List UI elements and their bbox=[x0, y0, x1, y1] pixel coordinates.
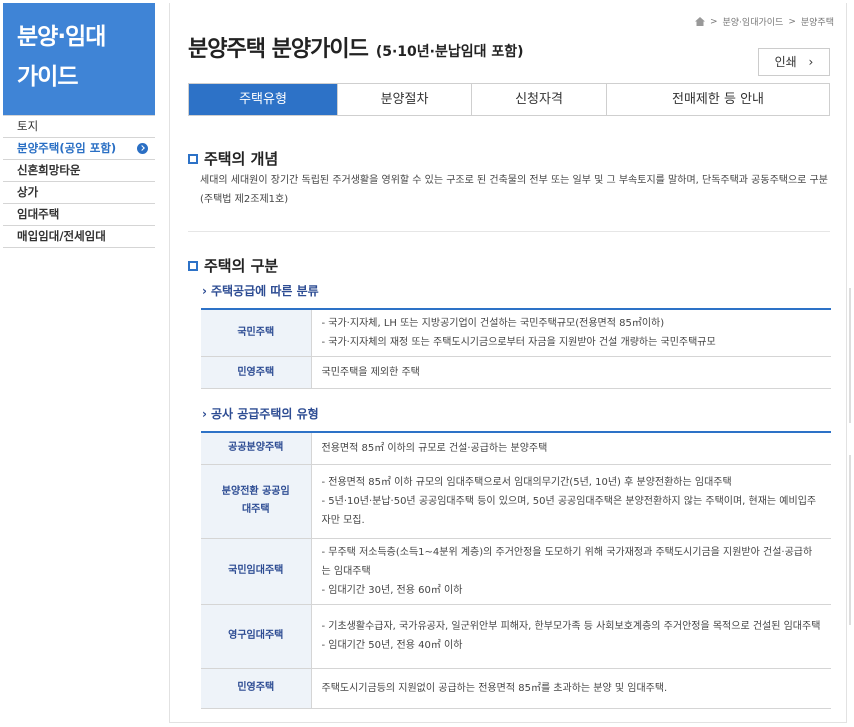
sidebar-menu: 토지 분양주택(공임 포함) 신혼희망타운 상가 임대주택 매입임대/전세임대 bbox=[3, 115, 155, 248]
breadcrumb-separator: > bbox=[788, 16, 796, 27]
row-detail: 주택도시기금등의 지원없이 공급하는 전용면적 85㎡를 초과하는 분양 및 임… bbox=[311, 668, 831, 709]
supply-subheading-text: 주택공급에 따른 분류 bbox=[210, 284, 319, 298]
sidebar-title-line2: 가이드 bbox=[17, 64, 78, 90]
section-divider bbox=[188, 231, 830, 232]
chevron-right-icon: › bbox=[202, 407, 207, 421]
row-detail: - 전용면적 85㎡ 이하 규모의 임대주택으로서 임대의무기간(5년, 10년… bbox=[311, 464, 831, 539]
classification-heading: 주택의 구분 bbox=[188, 255, 278, 276]
square-bullet-icon bbox=[188, 260, 198, 271]
page-subtitle: (5·10년·분납임대 포함) bbox=[375, 44, 524, 60]
row-detail: - 국가·지자체, LH 또는 지방공기업이 건설하는 국민주택규모(전용면적 … bbox=[311, 309, 831, 357]
page-title: 분양주택 분양가이드 (5·10년·분납임대 포함) bbox=[188, 31, 524, 63]
home-icon[interactable] bbox=[694, 17, 705, 26]
sidebar-item-label: 신혼희망타운 bbox=[17, 163, 81, 177]
row-type: 영구임대주택 bbox=[201, 604, 312, 669]
public-subheading: › 공사 공급주택의 유형 bbox=[202, 405, 319, 422]
scrollbar-track bbox=[849, 288, 851, 423]
sidebar-item-land[interactable]: 토지 bbox=[3, 116, 155, 138]
table-row: 국민주택 - 국가·지자체, LH 또는 지방공기업이 건설하는 국민주택규모(… bbox=[201, 309, 831, 357]
row-detail: 전용면적 85㎡ 이하의 규모로 건설·공급하는 분양주택 bbox=[311, 432, 831, 465]
sidebar-item-label: 분양주택(공임 포함) bbox=[17, 141, 117, 155]
row-type: 국민주택 bbox=[201, 309, 312, 357]
sidebar-title: 분양·임대 가이드 bbox=[3, 3, 155, 115]
supply-subheading: › 주택공급에 따른 분류 bbox=[202, 282, 319, 299]
table-row: 공공분양주택 전용면적 85㎡ 이하의 규모로 건설·공급하는 분양주택 bbox=[201, 432, 831, 465]
detail-line: - 국가·지자체의 재정 또는 주택도시기금으로부터 자금을 지원받아 건설 개… bbox=[321, 337, 716, 348]
scrollbar-track bbox=[849, 455, 851, 625]
tab-sale-procedure[interactable]: 분양절차 bbox=[337, 84, 471, 115]
main-content: > 분양·임대가이드 > 분양주택 분양주택 분양가이드 (5·10년·분납임대 … bbox=[169, 3, 847, 723]
public-subheading-text: 공사 공급주택의 유형 bbox=[210, 407, 319, 421]
sidebar: 분양·임대 가이드 토지 분양주택(공임 포함) 신혼희망타운 상가 임대주택 … bbox=[3, 3, 155, 248]
detail-line: 주택도시기금등의 지원없이 공급하는 전용면적 85㎡를 초과하는 분양 및 임… bbox=[321, 682, 668, 694]
sidebar-item-newlywed-town[interactable]: 신혼희망타운 bbox=[3, 160, 155, 182]
table-row: 민영주택 국민주택을 제외한 주택 bbox=[201, 356, 831, 389]
table-row: 국민임대주택 - 무주택 저소득층(소득1~4분위 계층)의 주거안정을 도모하… bbox=[201, 538, 831, 605]
detail-line: - 5년·10년·분납·50년 공공임대주택 등이 있으며, 50년 공공임대주… bbox=[321, 495, 817, 526]
table-row: 영구임대주택 - 기초생활수급자, 국가유공자, 일군위안부 피해자, 한부모가… bbox=[201, 604, 831, 669]
row-detail: - 무주택 저소득층(소득1~4분위 계층)의 주거안정을 도모하기 위해 국가… bbox=[311, 538, 831, 605]
detail-line: - 전용면적 85㎡ 이하 규모의 임대주택으로서 임대의무기간(5년, 10년… bbox=[321, 476, 732, 488]
detail-line: - 무주택 저소득층(소득1~4분위 계층)의 주거안정을 도모하기 위해 국가… bbox=[321, 546, 813, 577]
print-button[interactable]: 인쇄 › bbox=[758, 48, 830, 76]
concept-description: 세대의 세대원이 장기간 독립된 주거생활을 영위할 수 있는 구조로 된 건축… bbox=[200, 175, 828, 205]
tab-housing-type[interactable]: 주택유형 bbox=[189, 84, 337, 115]
table-row: 분양전환 공공임대주택 - 전용면적 85㎡ 이하 규모의 임대주택으로서 임대… bbox=[201, 464, 831, 539]
sidebar-item-purchase-rental[interactable]: 매입임대/전세임대 bbox=[3, 226, 155, 248]
tab-bar: 주택유형 분양절차 신청자격 전매제한 등 안내 bbox=[188, 83, 830, 116]
detail-line: - 국가·지자체, LH 또는 지방공기업이 건설하는 국민주택규모(전용면적 … bbox=[321, 318, 665, 329]
sidebar-item-shops[interactable]: 상가 bbox=[3, 182, 155, 204]
detail-line: 국민주택을 제외한 주택 bbox=[321, 367, 420, 378]
row-type: 민영주택 bbox=[201, 668, 312, 709]
supply-table: 국민주택 - 국가·지자체, LH 또는 지방공기업이 건설하는 국민주택규모(… bbox=[201, 308, 831, 389]
row-detail: - 기초생활수급자, 국가유공자, 일군위안부 피해자, 한부모가족 등 사회보… bbox=[311, 604, 831, 669]
row-detail: 국민주택을 제외한 주택 bbox=[311, 356, 831, 389]
chevron-right-icon: › bbox=[202, 284, 207, 298]
detail-line: - 임대기간 30년, 전용 60㎡ 이하 bbox=[321, 584, 463, 596]
public-housing-table: 공공분양주택 전용면적 85㎡ 이하의 규모로 건설·공급하는 분양주택 분양전… bbox=[201, 431, 831, 709]
breadcrumb-separator: > bbox=[709, 16, 718, 27]
sidebar-item-label: 매입임대/전세임대 bbox=[17, 229, 106, 243]
row-type: 공공분양주택 bbox=[201, 432, 312, 465]
concept-heading-text: 주택의 개념 bbox=[204, 150, 279, 168]
sidebar-item-label: 상가 bbox=[17, 185, 39, 199]
sidebar-item-sale-housing[interactable]: 분양주택(공임 포함) bbox=[3, 138, 155, 160]
sidebar-title-line1: 분양·임대 bbox=[17, 24, 106, 50]
sidebar-item-label: 토지 bbox=[17, 119, 39, 133]
concept-heading: 주택의 개념 bbox=[188, 148, 278, 169]
tab-resale-restriction[interactable]: 전매제한 등 안내 bbox=[606, 84, 829, 115]
breadcrumb-level1[interactable]: 분양·임대가이드 bbox=[723, 15, 784, 28]
classification-heading-text: 주택의 구분 bbox=[204, 257, 279, 275]
chevron-right-circle-icon bbox=[137, 143, 148, 154]
row-type-text: 분양전환 공공임대주택 bbox=[221, 486, 290, 515]
breadcrumb-level2[interactable]: 분양주택 bbox=[801, 15, 834, 28]
row-type: 분양전환 공공임대주택 bbox=[201, 464, 312, 539]
row-type: 국민임대주택 bbox=[201, 538, 312, 605]
detail-line: - 기초생활수급자, 국가유공자, 일군위안부 피해자, 한부모가족 등 사회보… bbox=[321, 621, 821, 632]
detail-line: - 임대기간 50년, 전용 40㎡ 이하 bbox=[321, 640, 463, 651]
detail-line: 전용면적 85㎡ 이하의 규모로 건설·공급하는 분양주택 bbox=[321, 442, 548, 454]
sidebar-item-rental-housing[interactable]: 임대주택 bbox=[3, 204, 155, 226]
square-bullet-icon bbox=[188, 153, 198, 164]
page-title-text: 분양주택 분양가이드 bbox=[188, 37, 369, 62]
print-label: 인쇄 bbox=[774, 55, 797, 69]
table-row: 민영주택 주택도시기금등의 지원없이 공급하는 전용면적 85㎡를 초과하는 분… bbox=[201, 668, 831, 709]
row-type: 민영주택 bbox=[201, 356, 312, 389]
tab-eligibility[interactable]: 신청자격 bbox=[471, 84, 606, 115]
sidebar-item-label: 임대주택 bbox=[17, 207, 60, 221]
breadcrumb: > 분양·임대가이드 > 분양주택 bbox=[694, 15, 834, 28]
chevron-right-icon: › bbox=[808, 55, 814, 69]
